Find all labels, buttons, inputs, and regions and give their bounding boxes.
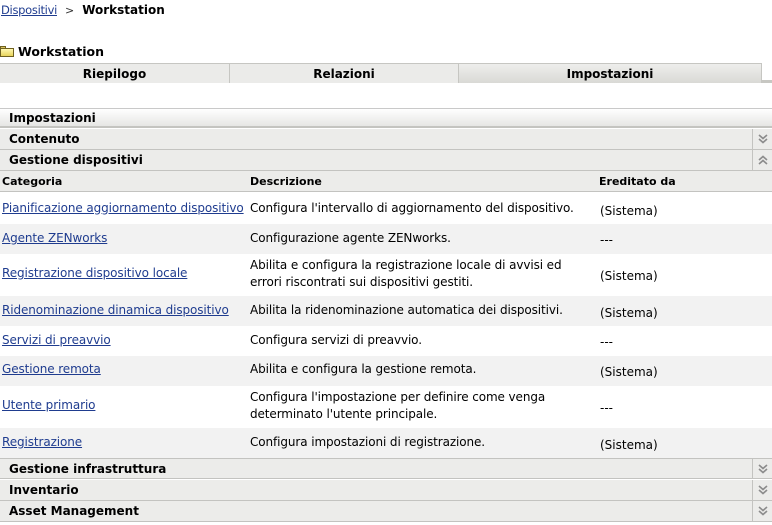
table-row: Gestione remota Abilita e configura la g…: [0, 356, 772, 386]
description: Configura l'impostazione per definire co…: [250, 390, 546, 421]
chevron-double-down-icon: [757, 134, 768, 144]
category-link[interactable]: Gestione remota: [2, 362, 101, 376]
table-row: Utente primario Configura l'impostazione…: [0, 386, 772, 428]
table-row: Ridenominazione dinamica dispositivo Abi…: [0, 296, 772, 326]
chevron-double-down-icon: [757, 506, 768, 516]
collapse-section-button[interactable]: [752, 149, 772, 171]
inherited-from: ---: [600, 401, 613, 415]
description: Abilita e configura la gestione remota.: [250, 362, 477, 376]
section-asset-management[interactable]: Asset Management: [0, 500, 772, 522]
inherited-from: (Sistema): [600, 306, 658, 320]
folder-icon: [0, 45, 14, 57]
section-label: Inventario: [9, 483, 79, 497]
section-gestione-infrastruttura[interactable]: Gestione infrastruttura: [0, 458, 772, 479]
description: Configurazione agente ZENworks.: [250, 231, 451, 245]
section-gestione-dispositivi[interactable]: Gestione dispositivi: [0, 149, 772, 171]
section-label: Contenuto: [9, 132, 80, 146]
category-link[interactable]: Pianificazione aggiornamento dispositivo: [2, 201, 244, 215]
chevron-double-up-icon: [757, 155, 768, 165]
column-header-ereditato-da[interactable]: Ereditato da: [599, 175, 676, 188]
section-label: Gestione dispositivi: [9, 153, 143, 167]
expand-section-button[interactable]: [752, 500, 772, 522]
expand-section-button[interactable]: [752, 128, 772, 150]
column-header-descrizione[interactable]: Descrizione: [250, 175, 322, 188]
tab-relazioni[interactable]: Relazioni: [230, 63, 459, 83]
page-title-container: Workstation: [0, 43, 104, 59]
table-row: Pianificazione aggiornamento dispositivo…: [0, 193, 772, 224]
category-link[interactable]: Ridenominazione dinamica dispositivo: [2, 303, 229, 317]
inherited-from: (Sistema): [600, 365, 658, 379]
section-label: Asset Management: [9, 504, 139, 518]
tab-bar: Riepilogo Relazioni Impostazioni: [0, 63, 772, 83]
breadcrumb: Dispositivi > Workstation: [1, 2, 165, 18]
category-link[interactable]: Utente primario: [2, 398, 96, 412]
column-header-categoria[interactable]: Categoria: [2, 175, 62, 188]
section-label: Gestione infrastruttura: [9, 461, 167, 476]
settings-table-body: Pianificazione aggiornamento dispositivo…: [0, 193, 772, 458]
description: Abilita la ridenominazione automatica de…: [250, 303, 563, 317]
tab-impostazioni[interactable]: Impostazioni: [459, 63, 762, 83]
section-contenuto[interactable]: Contenuto: [0, 128, 772, 150]
inherited-from: (Sistema): [600, 438, 658, 452]
settings-panel-header: Impostazioni: [0, 108, 772, 128]
table-row: Servizi di preavvio Configura servizi di…: [0, 326, 772, 356]
inherited-from: ---: [600, 335, 613, 349]
category-link[interactable]: Agente ZENworks: [2, 231, 107, 245]
tab-spacer: [762, 63, 772, 80]
expand-section-button[interactable]: [752, 458, 772, 479]
expand-section-button[interactable]: [752, 479, 772, 501]
category-link[interactable]: Registrazione: [2, 435, 82, 449]
description: Configura l'intervallo di aggiornamento …: [250, 201, 574, 215]
chevron-double-down-icon: [757, 463, 768, 474]
description: Configura impostazioni di registrazione.: [250, 435, 486, 449]
breadcrumb-separator: >: [64, 3, 75, 17]
tab-riepilogo[interactable]: Riepilogo: [0, 63, 230, 83]
inherited-from: ---: [600, 233, 613, 247]
table-row: Registrazione dispositivo locale Abilita…: [0, 254, 772, 296]
description: Configura servizi di preavvio.: [250, 333, 422, 347]
section-inventario[interactable]: Inventario: [0, 479, 772, 501]
breadcrumb-current: Workstation: [82, 3, 165, 17]
table-row: Agente ZENworks Configurazione agente ZE…: [0, 224, 772, 254]
inherited-from: (Sistema): [600, 204, 658, 218]
category-link[interactable]: Servizi di preavvio: [2, 333, 111, 347]
inherited-from: (Sistema): [600, 269, 658, 283]
chevron-double-down-icon: [757, 485, 768, 495]
table-row: Registrazione Configura impostazioni di …: [0, 428, 772, 458]
description: Abilita e configura la registrazione loc…: [250, 258, 562, 289]
page-title: Workstation: [18, 43, 105, 59]
breadcrumb-link-dispositivi[interactable]: Dispositivi: [1, 3, 57, 17]
table-header: Categoria Descrizione Ereditato da: [0, 171, 772, 192]
category-link[interactable]: Registrazione dispositivo locale: [2, 266, 187, 280]
